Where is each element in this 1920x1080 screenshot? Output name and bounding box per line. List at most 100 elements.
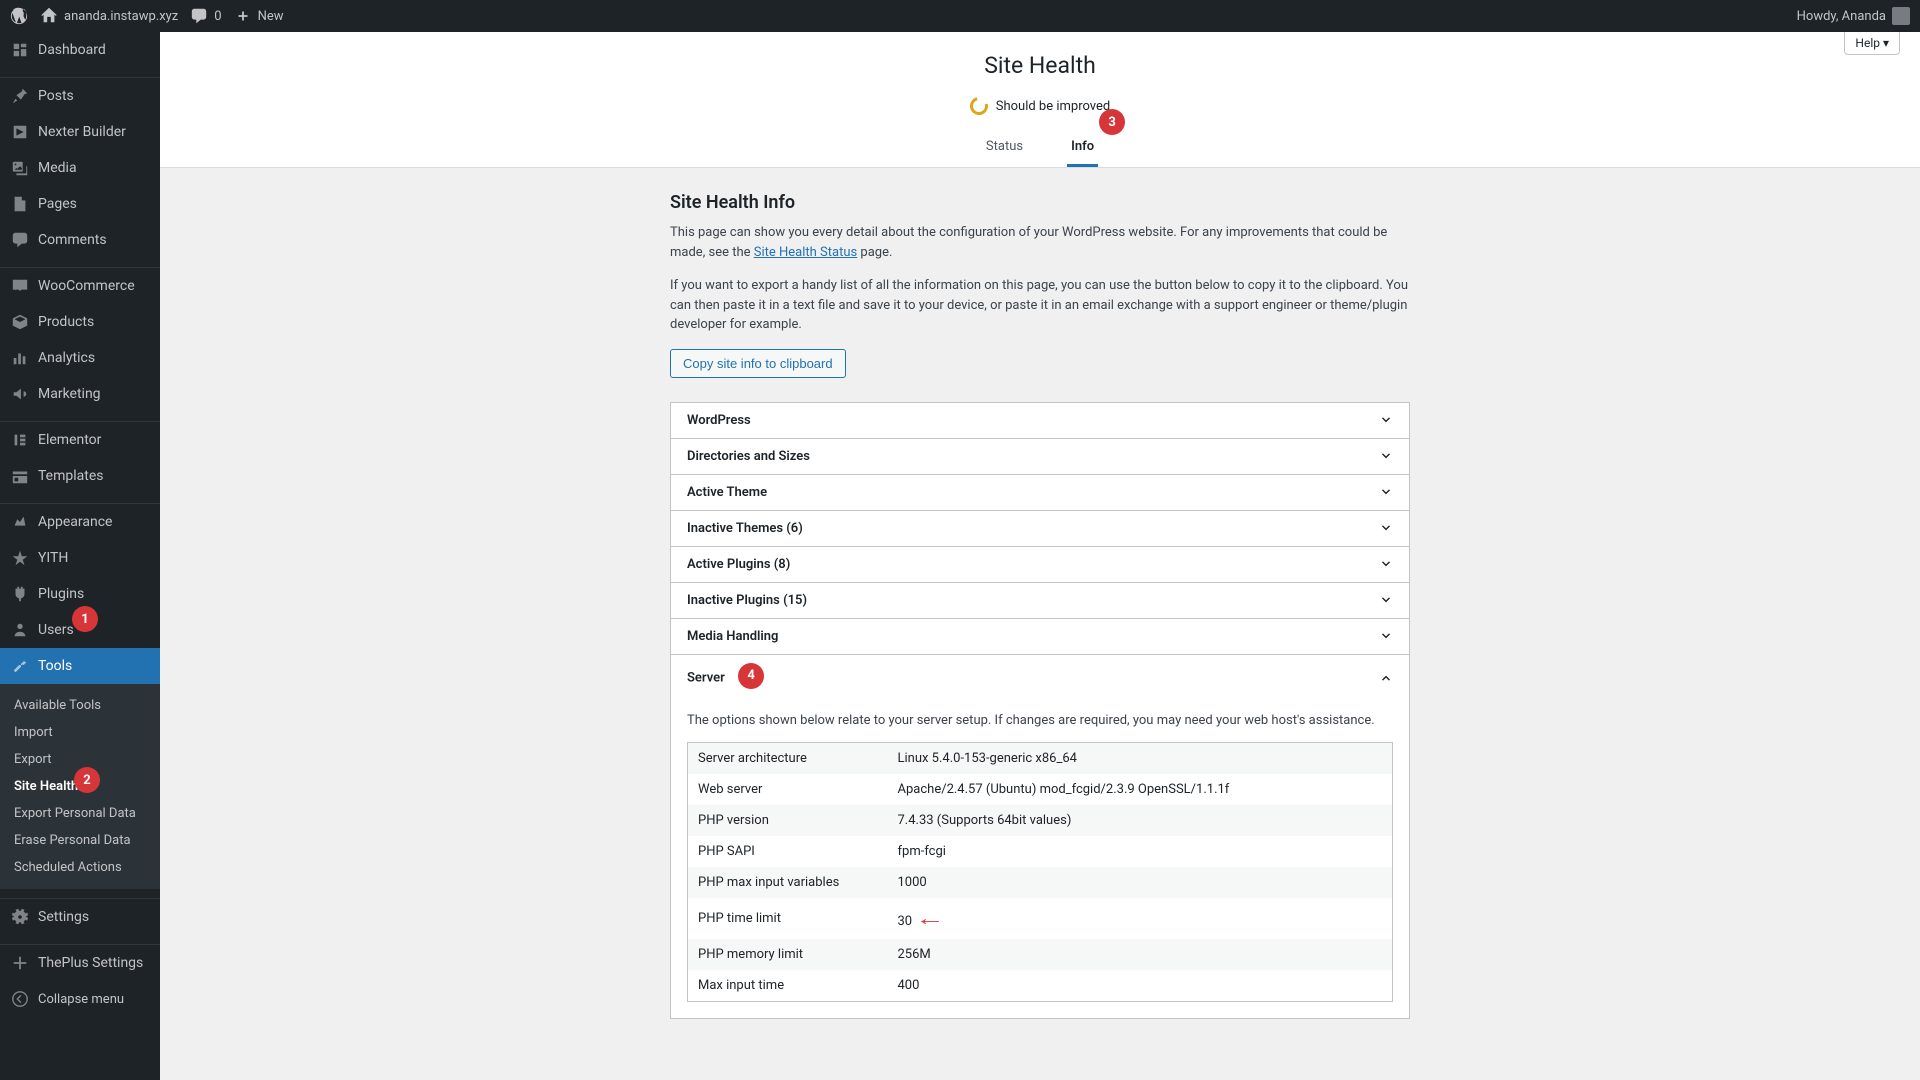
site-name-label: ananda.instawp.xyz: [64, 9, 178, 24]
table-row: PHP max input variables1000: [688, 867, 1393, 898]
sidebar-item-woocommerce[interactable]: WooCommerce: [0, 268, 160, 304]
table-cell-key: PHP SAPI: [688, 836, 888, 867]
howdy-label: Howdy, Ananda: [1797, 9, 1886, 24]
sub-import[interactable]: Import: [0, 719, 160, 746]
sidebar-item-tools[interactable]: Tools: [0, 648, 160, 684]
collapse-icon: [10, 989, 30, 1009]
accordion-media-handling[interactable]: Media Handling: [671, 619, 1409, 655]
accordion-inactive-themes[interactable]: Inactive Themes (6): [671, 511, 1409, 547]
sidebar-label: ThePlus Settings: [38, 955, 143, 971]
user-greeting[interactable]: Howdy, Ananda: [1797, 7, 1910, 25]
chevron-down-icon: [1379, 629, 1393, 643]
sidebar-label: Pages: [38, 196, 77, 212]
sidebar-item-theplus[interactable]: ThePlus Settings: [0, 945, 160, 981]
sidebar-item-marketing[interactable]: Marketing: [0, 376, 160, 412]
health-status-text: Should be improved: [996, 99, 1111, 114]
sidebar-item-settings[interactable]: Settings: [0, 899, 160, 935]
sidebar-label: Media: [38, 160, 77, 176]
plus-icon: [234, 7, 252, 25]
chevron-down-icon: [1379, 593, 1393, 607]
accordion-active-theme[interactable]: Active Theme: [671, 475, 1409, 511]
accordion-server-body: The options shown below relate to your s…: [671, 701, 1409, 1018]
accordion-server-header[interactable]: Server 4: [671, 655, 1409, 701]
chevron-down-icon: [1379, 413, 1393, 427]
sidebar-label: Posts: [38, 88, 74, 104]
product-icon: [10, 312, 30, 332]
sidebar-item-appearance[interactable]: Appearance: [0, 504, 160, 540]
table-cell-key: Server architecture: [688, 742, 888, 774]
tab-status[interactable]: Status: [982, 129, 1027, 167]
sidebar-item-pages[interactable]: Pages: [0, 186, 160, 222]
tools-icon: [10, 656, 30, 676]
sidebar-item-elementor[interactable]: Elementor: [0, 422, 160, 458]
accordion-server: Server 4 The options shown below relate …: [671, 655, 1409, 1018]
sidebar-submenu: Available Tools Import Export Site Healt…: [0, 684, 160, 889]
media-icon: [10, 158, 30, 178]
help-tab[interactable]: Help ▾: [1844, 32, 1900, 55]
sidebar-label: Comments: [38, 232, 107, 248]
comments-link[interactable]: 0: [190, 7, 221, 25]
sidebar-item-comments[interactable]: Comments: [0, 222, 160, 258]
accordion-active-plugins[interactable]: Active Plugins (8): [671, 547, 1409, 583]
sidebar-item-yith[interactable]: YITH: [0, 540, 160, 576]
chevron-down-icon: [1379, 521, 1393, 535]
theplus-icon: [10, 953, 30, 973]
chevron-down-icon: [1379, 485, 1393, 499]
tab-info[interactable]: Info 3: [1067, 129, 1098, 167]
sub-erase-personal[interactable]: Erase Personal Data: [0, 827, 160, 854]
copy-site-info-button[interactable]: Copy site info to clipboard: [670, 349, 846, 378]
accordion: WordPress Directories and Sizes Active T…: [670, 402, 1410, 1019]
accordion-directories[interactable]: Directories and Sizes: [671, 439, 1409, 475]
table-row: Web serverApache/2.4.57 (Ubuntu) mod_fcg…: [688, 774, 1393, 805]
sidebar-label: Dashboard: [38, 42, 106, 58]
sidebar-item-users[interactable]: Users 1: [0, 612, 160, 648]
health-circle-icon: [966, 94, 991, 119]
chevron-down-icon: [1379, 449, 1393, 463]
server-table: Server architectureLinux 5.4.0-153-gener…: [687, 742, 1393, 1002]
table-row: PHP time limit30 ←: [688, 898, 1393, 939]
yith-icon: [10, 548, 30, 568]
annotation-arrow: ←: [915, 906, 945, 931]
avatar: [1892, 7, 1910, 25]
sub-available-tools[interactable]: Available Tools: [0, 692, 160, 719]
sidebar-item-products[interactable]: Products: [0, 304, 160, 340]
sidebar-item-nexter[interactable]: Nexter Builder: [0, 114, 160, 150]
accordion-wordpress[interactable]: WordPress: [671, 403, 1409, 439]
table-cell-key: PHP memory limit: [688, 939, 888, 970]
sub-site-health[interactable]: Site Health 2: [0, 773, 160, 800]
sidebar-label: Elementor: [38, 432, 101, 448]
users-icon: [10, 620, 30, 640]
sidebar-label: Products: [38, 314, 94, 330]
accordion-inactive-plugins[interactable]: Inactive Plugins (15): [671, 583, 1409, 619]
sidebar-item-dashboard[interactable]: Dashboard: [0, 32, 160, 68]
sub-scheduled-actions[interactable]: Scheduled Actions: [0, 854, 160, 881]
accordion-label: Inactive Plugins (15): [687, 593, 807, 608]
sidebar-item-media[interactable]: Media: [0, 150, 160, 186]
chevron-up-icon: [1379, 671, 1393, 685]
sidebar-label: Collapse menu: [38, 992, 124, 1007]
page-title: Site Health: [160, 52, 1920, 79]
annotation-badge-2: 2: [74, 767, 100, 793]
elementor-icon: [10, 430, 30, 450]
templates-icon: [10, 466, 30, 486]
sidebar-item-posts[interactable]: Posts: [0, 78, 160, 114]
new-content-link[interactable]: New: [234, 7, 284, 25]
content-area: Help ▾ Site Health Should be improved St…: [160, 32, 1920, 1080]
table-row: Server architectureLinux 5.4.0-153-gener…: [688, 742, 1393, 774]
analytics-icon: [10, 348, 30, 368]
table-cell-value: Linux 5.4.0-153-generic x86_64: [888, 742, 1393, 774]
home-icon: [40, 7, 58, 25]
sidebar-item-analytics[interactable]: Analytics: [0, 340, 160, 376]
sidebar-item-templates[interactable]: Templates: [0, 458, 160, 494]
plugins-icon: [10, 584, 30, 604]
sidebar-label: Analytics: [38, 350, 95, 366]
wp-logo[interactable]: [10, 7, 28, 25]
site-name-link[interactable]: ananda.instawp.xyz: [40, 7, 178, 25]
sidebar-item-collapse[interactable]: Collapse menu: [0, 981, 160, 1017]
accordion-label: WordPress: [687, 413, 751, 428]
table-cell-value: Apache/2.4.57 (Ubuntu) mod_fcgid/2.3.9 O…: [888, 774, 1393, 805]
sub-export-personal[interactable]: Export Personal Data: [0, 800, 160, 827]
page-header: Site Health Should be improved Status In…: [160, 32, 1920, 168]
site-health-status-link[interactable]: Site Health Status: [754, 245, 857, 260]
table-cell-key: PHP max input variables: [688, 867, 888, 898]
